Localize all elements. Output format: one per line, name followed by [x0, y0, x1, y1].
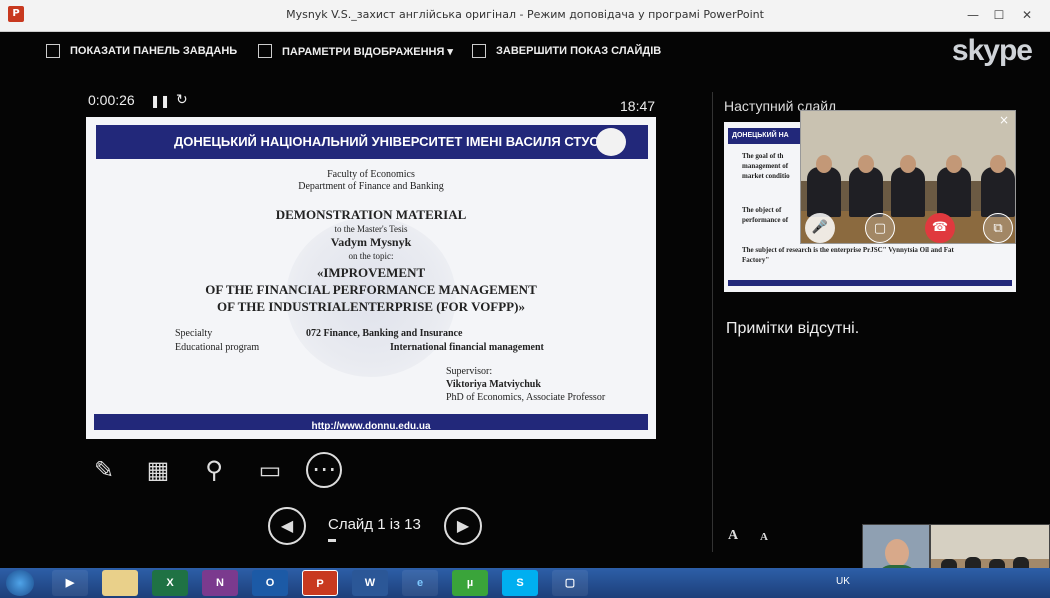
more-options-icon[interactable]: ⋯ — [306, 452, 342, 488]
to-thesis: to the Master's Tesis — [334, 224, 408, 234]
next-slide-line: performance of — [742, 216, 789, 224]
participant — [981, 167, 1015, 217]
increase-font-button[interactable]: A — [728, 528, 738, 544]
hang-up-icon[interactable]: ☎ — [925, 213, 955, 243]
slide-counter[interactable]: Слайд 1 із 13 — [328, 516, 421, 533]
participant — [849, 167, 883, 217]
end-show-button[interactable]: ЗАВЕРШИТИ ПОКАЗ СЛАЙДІВ — [472, 40, 661, 62]
participant-head — [816, 155, 832, 173]
next-slide-line: market conditio — [742, 172, 790, 180]
supervisor-label: Supervisor: — [446, 366, 493, 377]
participant-head — [858, 155, 874, 173]
zoom-icon[interactable]: ⚲ — [196, 452, 232, 488]
next-slide-button[interactable]: ▶ — [444, 507, 482, 545]
topic-line-2: OF THE FINANCIAL PERFORMANCE MANAGEMENT — [205, 282, 537, 297]
previous-slide-button[interactable]: ◀ — [268, 507, 306, 545]
taskbar-app-powerpoint[interactable]: P — [302, 570, 338, 596]
taskbar-app-word[interactable]: W — [352, 570, 388, 596]
room-wall — [931, 525, 1049, 559]
microphone-icon[interactable]: 🎤 — [805, 213, 835, 243]
taskbar-app-excel[interactable]: X — [152, 570, 188, 596]
end-show-icon — [472, 44, 486, 58]
participant — [807, 167, 841, 217]
taskbar-app-document[interactable]: ▢ — [552, 570, 588, 596]
participant — [937, 167, 971, 217]
author: Vadym Mysnyk — [330, 235, 412, 249]
pause-icon[interactable]: ❚❚ — [150, 94, 170, 108]
faculty: Faculty of Economics — [327, 169, 415, 180]
slide-footer: http://www.donnu.edu.ua — [94, 414, 648, 432]
maximize-button[interactable]: ☐ — [988, 6, 1010, 24]
close-video-icon[interactable]: × — [999, 113, 1009, 127]
taskbar-app-explorer[interactable] — [102, 570, 138, 596]
topic-line-1: «IMPROVEMENT — [316, 265, 426, 280]
presenter-view: ПОКАЗАТИ ПАНЕЛЬ ЗАВДАНЬ ПАРАМЕТРИ ВІДОБР… — [0, 32, 1050, 568]
next-slide-line: management of — [742, 162, 789, 170]
skype-video-window[interactable]: × 🎤 ▢ ☎ ⧉ — [800, 110, 1016, 244]
slide-heading: DEMONSTRATION MATERIAL — [275, 207, 467, 222]
next-slide-header: ДОНЕЦЬКИЙ НА — [728, 128, 808, 144]
participant-head — [946, 155, 962, 173]
next-slide-line: The object of — [742, 206, 782, 214]
popout-icon[interactable]: ⧉ — [983, 213, 1013, 243]
restart-timer-icon[interactable]: ↻ — [176, 92, 188, 108]
taskbar-app-skype[interactable]: S — [502, 570, 538, 596]
slide-progress-indicator — [328, 539, 336, 542]
window-titlebar: P Mysnyk V.S._захист англійська оригінал… — [0, 0, 1050, 32]
window-title: Mysnyk V.S._захист англійська оригінал -… — [286, 8, 764, 21]
department: Department of Finance and Banking — [298, 181, 444, 192]
taskbar-app-internet-explorer[interactable]: e — [402, 570, 438, 596]
close-window-button[interactable]: ✕ — [1016, 6, 1038, 24]
display-settings-button[interactable]: ПАРАМЕТРИ ВІДОБРАЖЕННЯ ▾ — [258, 40, 453, 62]
decrease-font-button[interactable]: A — [760, 531, 768, 543]
specialty-value: 072 Finance, Banking and Insurance — [306, 328, 463, 339]
taskbar-app-onenote[interactable]: N — [202, 570, 238, 596]
pane-divider[interactable] — [712, 92, 713, 552]
language-indicator[interactable]: UK — [836, 576, 850, 587]
display-settings-label: ПАРАМЕТРИ ВІДОБРАЖЕННЯ ▾ — [282, 45, 453, 58]
windows-taskbar: ▶ X N O P W e µ S ▢ UK — [0, 568, 1050, 598]
university-name: ДОНЕЦЬКИЙ НАЦІОНАЛЬНИЙ УНІВЕРСИТЕТ ІМЕНІ… — [174, 134, 608, 149]
participant-head — [990, 155, 1006, 173]
on-topic: on the topic: — [348, 251, 394, 261]
program-value: International financial management — [390, 342, 544, 353]
next-slide-line: The goal of th — [742, 152, 784, 160]
program-label: Educational program — [175, 342, 260, 353]
slide-url: http://www.donnu.edu.ua — [311, 421, 431, 432]
slide-header: ДОНЕЦЬКИЙ НАЦІОНАЛЬНИЙ УНІВЕРСИТЕТ ІМЕНІ… — [96, 125, 648, 159]
next-slide-line: The subject of research is the enterpris… — [742, 246, 954, 254]
start-button[interactable] — [6, 570, 34, 596]
taskbar-app-utorrent[interactable]: µ — [452, 570, 488, 596]
see-all-slides-icon[interactable]: ▦ — [140, 452, 176, 488]
skype-logo: skype — [951, 34, 1033, 67]
next-slide-line: Factory" — [742, 256, 770, 264]
university-emblem-icon — [596, 128, 626, 156]
taskbar-icon — [46, 44, 60, 58]
supervisor-name: Viktoriya Matvіychuk — [446, 379, 541, 390]
speaker-notes[interactable]: Примітки відсутні. — [726, 320, 859, 338]
participant-head — [900, 155, 916, 173]
minimize-button[interactable]: — — [962, 6, 984, 24]
end-show-label: ЗАВЕРШИТИ ПОКАЗ СЛАЙДІВ — [496, 45, 662, 57]
display-settings-icon — [258, 44, 272, 58]
participant — [891, 167, 925, 217]
taskbar-app-outlook[interactable]: O — [252, 570, 288, 596]
supervisor-title: PhD of Economics, Associate Professor — [446, 392, 606, 403]
taskbar-app-media[interactable]: ▶ — [52, 570, 88, 596]
presenter-face — [885, 539, 909, 567]
black-screen-icon[interactable]: ▭ — [252, 452, 288, 488]
pen-icon[interactable]: ✎ — [86, 452, 122, 488]
specialty-label: Specialty — [175, 328, 213, 339]
show-taskbar-button[interactable]: ПОКАЗАТИ ПАНЕЛЬ ЗАВДАНЬ — [46, 40, 237, 62]
clock: 18:47 — [620, 98, 656, 114]
current-slide[interactable]: ДОНЕЦЬКИЙ НАЦІОНАЛЬНИЙ УНІВЕРСИТЕТ ІМЕНІ… — [86, 117, 656, 439]
show-taskbar-label: ПОКАЗАТИ ПАНЕЛЬ ЗАВДАНЬ — [70, 45, 238, 57]
camera-icon[interactable]: ▢ — [865, 213, 895, 243]
next-slide-footer — [728, 280, 1012, 286]
topic-line-3: OF THE INDUSTRIALENTERPRISE (FOR VOFPP)» — [217, 299, 525, 314]
elapsed-timer: 0:00:26 — [88, 92, 135, 108]
